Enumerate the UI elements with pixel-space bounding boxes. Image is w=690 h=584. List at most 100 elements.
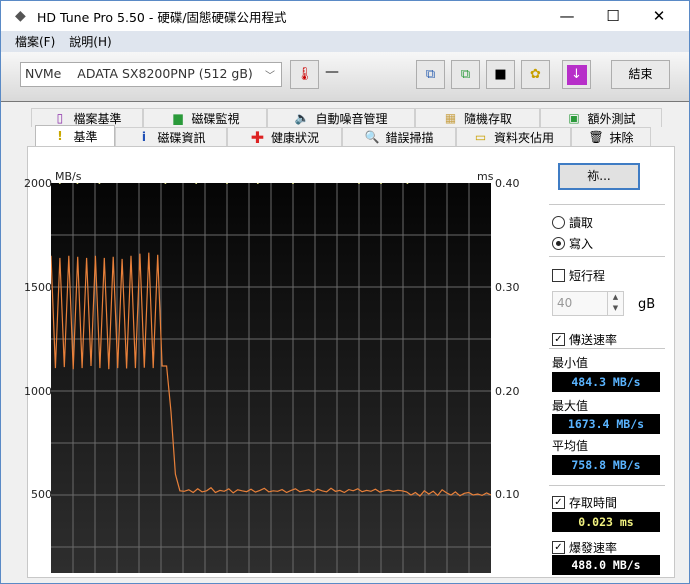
checkbox-checked-icon: ✓ — [552, 541, 565, 554]
save-button[interactable]: ↓ — [562, 60, 591, 89]
copy-green-icon: ⧉ — [460, 67, 471, 82]
access-time-point — [406, 183, 409, 184]
min-label: 最小值 — [552, 356, 589, 370]
minimize-button[interactable]: — — [544, 1, 590, 31]
tab-label: 額外測試 — [587, 111, 636, 126]
benchmark-chart — [51, 183, 491, 573]
avg-value: 758.8 MB/s — [552, 455, 660, 475]
copy-icon: ⧉ — [425, 67, 436, 82]
access-time-point — [58, 183, 61, 184]
tab-disk-monitor[interactable]: ▆ 磁碟監視 — [143, 108, 267, 127]
thermometer-icon: 🌡 — [296, 67, 313, 82]
access-time-point — [164, 183, 167, 184]
tab-health[interactable]: ✚ 健康狀況 — [227, 127, 342, 146]
transfer-rate-label: 傳送速率 — [569, 333, 618, 347]
chevron-down-icon: ﹀ — [265, 71, 275, 82]
access-time-value: 0.023 ms — [552, 512, 660, 532]
file-benchmark-icon: ▯ — [56, 110, 64, 125]
window-title: HD Tune Pro 5.50 - 硬碟/固態硬碟公用程式 — [37, 9, 287, 25]
folder-icon: ▭ — [474, 129, 487, 144]
hdtune-app-icon: ◆ — [15, 8, 26, 24]
short-stroke-input[interactable]: 40 ▲ ▼ — [552, 291, 624, 316]
y2-tick-label: 0.40 — [495, 177, 520, 190]
tab-random-access[interactable]: ▦ 隨機存取 — [415, 108, 540, 127]
title-bar: ◆ HD Tune Pro 5.50 - 硬碟/固態硬碟公用程式 — ☐ ✕ — [1, 1, 689, 31]
min-value: 484.3 MB/s — [552, 372, 660, 392]
tab-label: 資料夾佔用 — [493, 130, 554, 145]
access-time-point — [358, 183, 360, 184]
close-button[interactable]: ✕ — [636, 1, 682, 31]
tab-label: 自動噪音管理 — [315, 111, 388, 126]
y2-tick-label: 0.20 — [495, 385, 520, 398]
tab-label: 抹除 — [609, 130, 634, 145]
copy-results-button[interactable]: ⧉ — [451, 60, 480, 89]
tab-label: 磁碟監視 — [191, 111, 240, 126]
tab-erase[interactable]: 🗑 抹除 — [571, 127, 651, 146]
copy-info-button[interactable]: ⧉ — [416, 60, 445, 89]
write-radio[interactable]: 寫入 — [552, 235, 593, 252]
y-tick-label: 500 — [31, 488, 52, 501]
tab-aam[interactable]: 🔈 自動噪音管理 — [267, 108, 415, 127]
radio-selected-icon — [552, 237, 565, 250]
menu-file[interactable]: 檔案(F) — [15, 33, 55, 50]
divider — [549, 485, 665, 486]
disk-monitor-icon: ▆ — [173, 110, 183, 125]
tab-error-scan[interactable]: 🔍 錯誤掃描 — [342, 127, 456, 146]
burst-rate-checkbox[interactable]: ✓ 爆發速率 — [552, 539, 617, 556]
tab-extra-tests[interactable]: ▣ 額外測試 — [540, 108, 662, 127]
divider — [549, 204, 665, 205]
start-button[interactable]: 袮... — [558, 163, 640, 190]
tab-label: 錯誤掃描 — [385, 130, 434, 145]
speaker-icon: 🔈 — [294, 110, 310, 125]
access-time-point — [98, 183, 101, 184]
y2-axis-unit: ms — [477, 170, 494, 183]
drive-select[interactable]: NVMe ADATA SX8200PNP (512 gB) ﹀ — [20, 62, 282, 87]
tab-label: 健康狀況 — [270, 130, 319, 145]
extra-tests-icon: ▣ — [568, 110, 580, 125]
drive-select-value: NVMe ADATA SX8200PNP (512 gB) — [25, 66, 253, 81]
transfer-rate-checkbox[interactable]: ✓ 傳送速率 — [552, 331, 617, 348]
access-time-point — [256, 183, 259, 184]
y2-tick-label: 0.30 — [495, 281, 520, 294]
tab-label: 磁碟資訊 — [157, 130, 206, 145]
temperature-button[interactable]: 🌡 — [290, 60, 319, 89]
exit-button[interactable]: 結束 — [611, 60, 670, 89]
short-stroke-value: 40 — [557, 296, 573, 310]
tab-folder-usage[interactable]: ▭ 資料夾佔用 — [456, 127, 571, 146]
error-scan-icon: 🔍 — [364, 129, 380, 144]
gear-icon: ✿ — [530, 67, 541, 82]
benchmark-icon: ! — [57, 128, 63, 143]
spinner-arrows[interactable]: ▲ ▼ — [607, 292, 623, 315]
maximize-button[interactable]: ☐ — [590, 1, 636, 31]
app-window: ◆ HD Tune Pro 5.50 - 硬碟/固態硬碟公用程式 — ☐ ✕ 檔… — [0, 0, 690, 584]
access-time-point — [76, 183, 79, 184]
access-time-point — [380, 183, 382, 184]
burst-rate-label: 爆發速率 — [569, 541, 618, 555]
burst-rate-value: 488.0 MB/s — [552, 555, 660, 575]
y-tick-label: 1500 — [24, 281, 52, 294]
radio-icon — [552, 216, 565, 229]
tab-disk-info[interactable]: i 磁碟資訊 — [115, 127, 227, 146]
camera-icon: ■ — [494, 67, 507, 82]
read-label: 讀取 — [569, 216, 594, 230]
max-value: 1673.4 MB/s — [552, 414, 660, 434]
tab-benchmark[interactable]: ! 基準 — [35, 125, 115, 146]
checkbox-icon — [552, 269, 565, 282]
read-radio[interactable]: 讀取 — [552, 214, 593, 231]
max-label: 最大值 — [552, 399, 589, 413]
checkbox-checked-icon: ✓ — [552, 496, 565, 509]
divider — [549, 348, 665, 349]
checkbox-checked-icon: ✓ — [552, 333, 565, 346]
short-stroke-unit: gB — [638, 297, 656, 312]
random-access-icon: ▦ — [444, 110, 457, 125]
tab-label: 隨機存取 — [463, 111, 512, 126]
y-axis-unit: MB/s — [55, 170, 82, 183]
options-button[interactable]: ✿ — [521, 60, 550, 89]
write-label: 寫入 — [569, 237, 594, 251]
menu-help[interactable]: 說明(H) — [69, 33, 111, 50]
access-time-checkbox[interactable]: ✓ 存取時間 — [552, 494, 617, 511]
toolbar: NVMe ADATA SX8200PNP (512 gB) ﹀ 🌡 — ⧉ ⧉ ■… — [1, 52, 689, 102]
screenshot-button[interactable]: ■ — [486, 60, 515, 89]
short-stroke-label: 短行程 — [569, 269, 606, 283]
short-stroke-checkbox[interactable]: 短行程 — [552, 267, 605, 284]
